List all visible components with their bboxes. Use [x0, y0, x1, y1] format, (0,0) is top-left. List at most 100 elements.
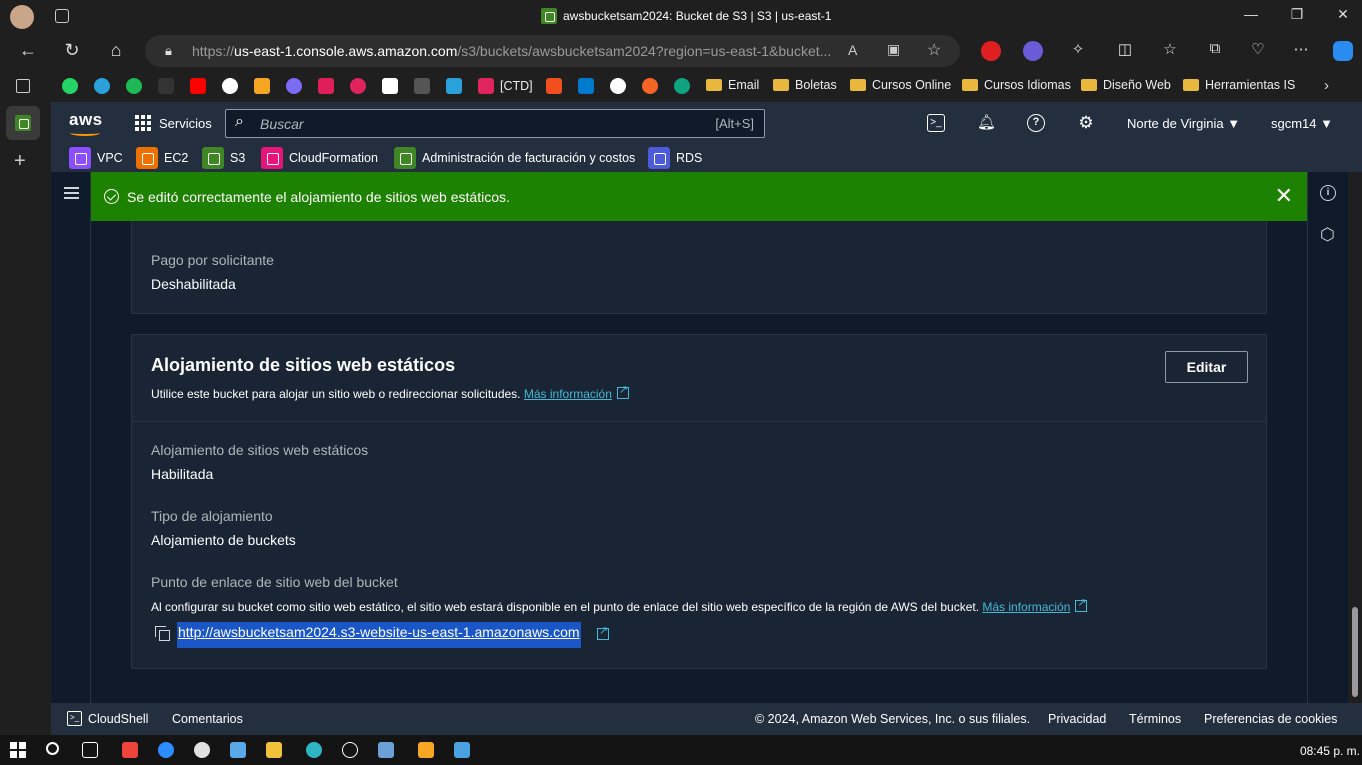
bookmark-folder-cursos-idiomas[interactable]: Cursos Idiomas	[962, 78, 1071, 92]
paint-icon[interactable]	[194, 742, 210, 758]
bookmark-ctd[interactable]: [CTD]	[478, 78, 533, 94]
profile-avatar[interactable]	[10, 5, 34, 29]
adblock-extension-icon[interactable]	[981, 41, 1001, 61]
photos-icon[interactable]	[454, 742, 470, 758]
back-button[interactable]: ←	[16, 40, 40, 61]
browser-essentials-icon[interactable]: ♡	[1246, 40, 1270, 58]
green-app-icon[interactable]	[674, 78, 690, 94]
favorites-icon[interactable]: ☆	[1158, 40, 1182, 58]
edge-icon[interactable]	[306, 742, 322, 758]
read-aloud-icon[interactable]: A	[848, 42, 857, 58]
workspaces-icon[interactable]	[55, 9, 69, 23]
favorite-star-icon[interactable]: ☆	[927, 40, 941, 60]
info-icon[interactable]: i	[1320, 185, 1336, 201]
copilot-icon[interactable]	[1333, 41, 1353, 61]
extensions-icon[interactable]: ✧	[1066, 40, 1090, 58]
tab-actions-icon[interactable]	[16, 79, 30, 93]
gemini-icon[interactable]	[286, 78, 302, 94]
hexagon-icon[interactable]: ⬡	[1320, 225, 1335, 245]
region-selector[interactable]: Norte de Virginia ▼	[1127, 116, 1240, 131]
whatsapp-icon[interactable]	[62, 78, 78, 94]
search-taskbar-icon[interactable]	[46, 742, 59, 755]
bookmark-folder-diseno-web[interactable]: Diseño Web	[1081, 78, 1171, 92]
bookmark-folder-cursos-online[interactable]: Cursos Online	[850, 78, 951, 92]
platzi-icon[interactable]	[158, 78, 174, 94]
figma-icon[interactable]	[546, 78, 562, 94]
favorite-cloudformation[interactable]: CloudFormation	[261, 147, 378, 169]
page-scrollbar[interactable]	[1348, 172, 1362, 703]
color-extension-icon[interactable]	[1023, 41, 1043, 61]
minimize-button[interactable]: —	[1228, 6, 1274, 22]
chatgpt-icon[interactable]	[222, 78, 238, 94]
zoom-icon[interactable]	[158, 742, 174, 758]
dev-icon[interactable]	[382, 78, 398, 94]
more-menu-icon[interactable]: ⋯	[1289, 40, 1313, 58]
app-blue-icon[interactable]	[446, 78, 462, 94]
spotify-icon[interactable]	[126, 78, 142, 94]
taskbar-clock[interactable]: 08:45 p. m.	[1300, 744, 1360, 758]
youtube-icon[interactable]	[190, 78, 206, 94]
cloudshell-footer-link[interactable]: CloudShell	[88, 712, 148, 726]
cookie-preferences-link[interactable]: Preferencias de cookies	[1204, 712, 1337, 726]
refresh-button[interactable]: ↻	[60, 40, 84, 61]
github-icon[interactable]	[610, 78, 626, 94]
dismiss-flash-button[interactable]: ✕	[1275, 183, 1293, 209]
endpoint-more-info-link[interactable]: Más información	[982, 600, 1070, 614]
vscode-icon[interactable]	[578, 78, 594, 94]
favorite-s3[interactable]: S3	[202, 147, 245, 169]
feedback-link[interactable]: Comentarios	[172, 712, 243, 726]
aws-logo[interactable]: aws	[69, 110, 103, 136]
search-input[interactable]: ⌕ Buscar [Alt+S]	[225, 109, 765, 138]
file-explorer-icon[interactable]	[266, 742, 282, 758]
slack-icon[interactable]	[318, 78, 334, 94]
favorite-vpc[interactable]: VPC	[69, 147, 123, 169]
collections-icon[interactable]: ⧉	[1203, 40, 1227, 57]
anydesk-icon[interactable]	[122, 742, 138, 758]
maximize-button[interactable]: ❐	[1274, 6, 1320, 23]
orange-app-icon[interactable]	[642, 78, 658, 94]
split-screen-icon[interactable]: ◫	[1113, 40, 1137, 58]
chevron-right-icon[interactable]: ›	[1324, 77, 1329, 94]
scrollbar-thumb[interactable]	[1352, 607, 1358, 697]
help-icon[interactable]: ?	[1027, 114, 1045, 132]
services-menu-button[interactable]: Servicios	[135, 115, 212, 131]
task-view-icon[interactable]	[82, 742, 98, 758]
tools-icon[interactable]	[418, 742, 434, 758]
m-app-icon[interactable]	[254, 78, 270, 94]
endpoint-description: Al configurar su bucket como sitio web e…	[151, 596, 1088, 614]
windows-start-icon[interactable]	[10, 742, 26, 758]
notion-icon[interactable]	[414, 78, 430, 94]
hosting-status-label: Alojamiento de sitios web estáticos	[151, 442, 369, 458]
active-tab-s3[interactable]	[6, 106, 40, 140]
address-bar[interactable]: 🔒︎ https://us-east-1.console.aws.amazon.…	[145, 35, 960, 67]
account-menu[interactable]: sgcm14 ▼	[1271, 116, 1333, 131]
hosting-status-value: Habilitada	[151, 466, 214, 482]
telegram-icon[interactable]	[94, 78, 110, 94]
favorite-ec2[interactable]: EC2	[136, 147, 188, 169]
virtualbox-icon[interactable]	[378, 742, 394, 758]
bookmark-folder-herramientas[interactable]: Herramientas IS	[1183, 78, 1295, 92]
endpoint-url-link[interactable]: http://awsbucketsam2024.s3-website-us-ea…	[177, 622, 581, 648]
cloudshell-footer-icon[interactable]: >_	[67, 711, 82, 726]
endpoint-external-link-icon[interactable]	[597, 624, 609, 640]
close-window-button[interactable]: ✕	[1320, 6, 1362, 23]
favorite-rds[interactable]: RDS	[648, 147, 702, 169]
1k-icon[interactable]	[350, 78, 366, 94]
settings-gear-icon[interactable]: ⚙	[1077, 114, 1095, 132]
new-tab-icon[interactable]: +	[14, 150, 26, 173]
media-player-icon[interactable]	[342, 742, 358, 758]
copy-icon[interactable]	[155, 626, 170, 641]
menu-hamburger-icon[interactable]	[64, 187, 79, 199]
cloudshell-icon[interactable]: >_	[927, 114, 945, 132]
app-available-icon[interactable]: ▣	[887, 41, 900, 58]
notepad-icon[interactable]	[230, 742, 246, 758]
favorite-billing[interactable]: Administración de facturación y costos	[394, 147, 635, 169]
home-button[interactable]: ⌂	[104, 40, 128, 61]
privacy-link[interactable]: Privacidad	[1048, 712, 1106, 726]
edit-button[interactable]: Editar	[1165, 351, 1248, 383]
notifications-bell-icon[interactable]: 🔔︎	[977, 114, 996, 132]
terms-link[interactable]: Términos	[1129, 712, 1181, 726]
more-info-link[interactable]: Más información	[524, 387, 612, 401]
bookmark-folder-email[interactable]: Email	[706, 78, 759, 92]
bookmark-folder-boletas[interactable]: Boletas	[773, 78, 837, 92]
